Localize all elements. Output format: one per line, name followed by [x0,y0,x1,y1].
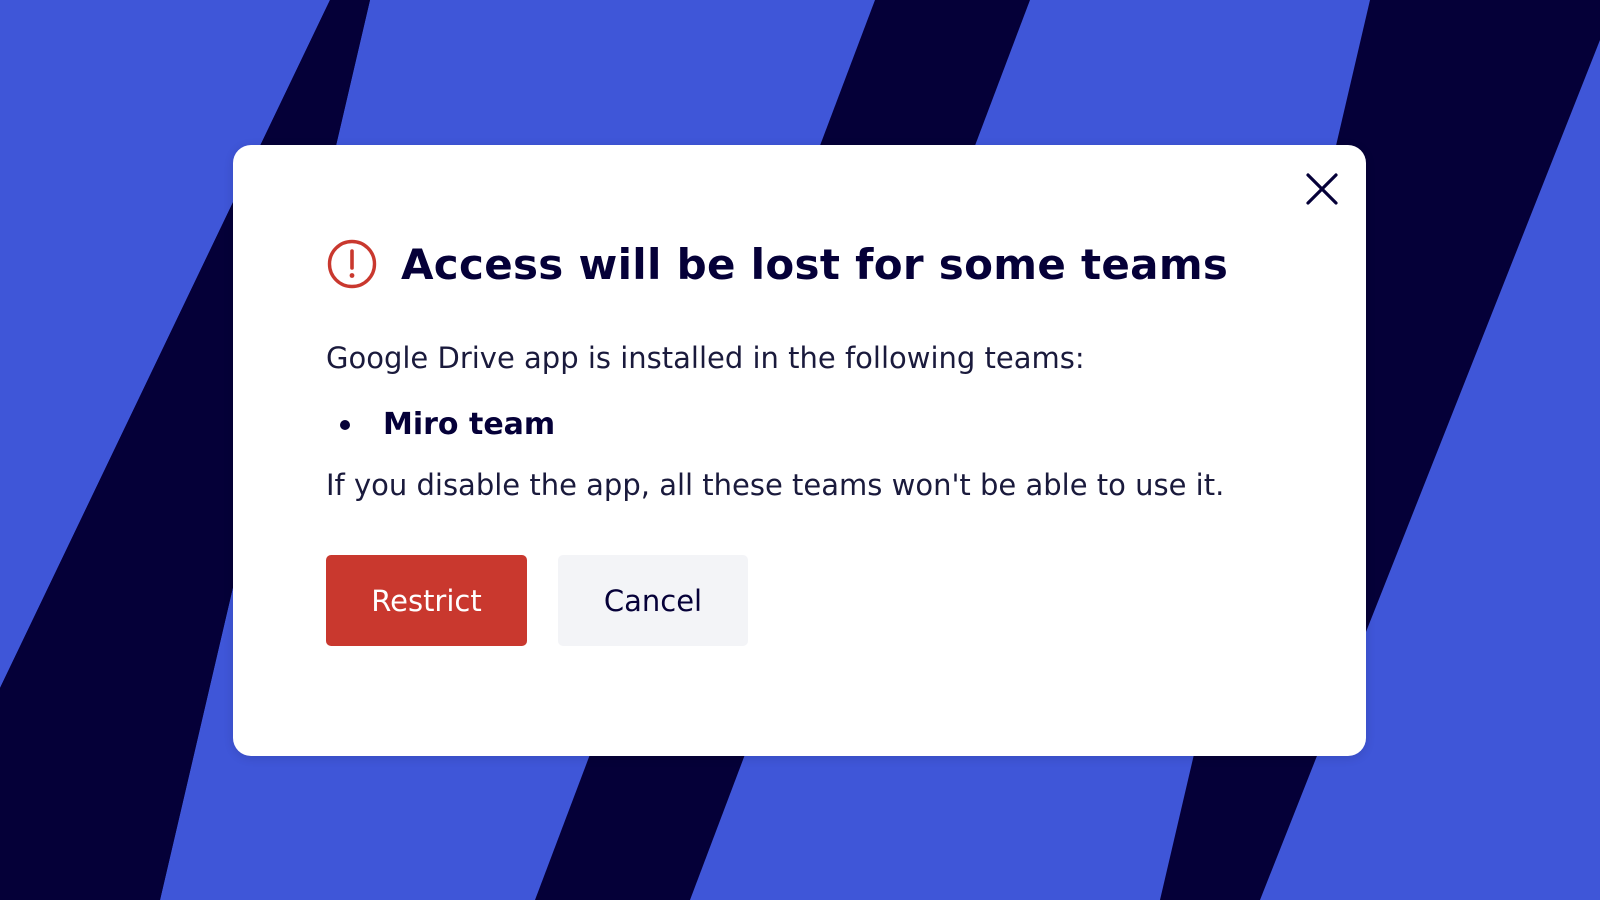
warning-text: If you disable the app, all these teams … [326,468,1225,502]
access-warning-dialog: Access will be lost for some teams Googl… [233,145,1366,756]
alert-circle-icon [327,239,377,289]
team-name: Miro team [383,407,556,442]
close-icon [1306,173,1338,205]
restrict-button[interactable]: Restrict [326,555,527,646]
dialog-actions: Restrict Cancel [326,555,748,646]
cancel-button[interactable]: Cancel [558,555,748,646]
list-item: Miro team [326,407,555,442]
dialog-header: Access will be lost for some teams [327,239,1228,289]
team-list: Miro team [326,407,555,442]
dialog-title: Access will be lost for some teams [401,239,1229,289]
intro-text: Google Drive app is installed in the fol… [326,341,1085,375]
bullet-icon [340,419,350,430]
close-button[interactable] [1304,171,1340,207]
